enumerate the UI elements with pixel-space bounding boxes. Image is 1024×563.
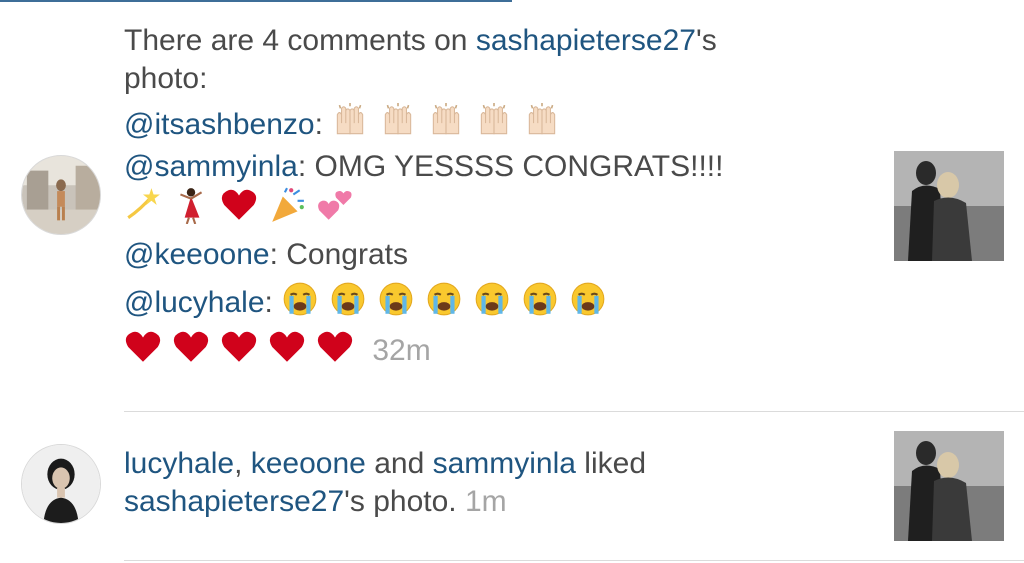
comment-username-link[interactable]: @lucyhale (124, 286, 265, 319)
comment-emoji-group (281, 282, 617, 319)
intro-suffix: 's (695, 24, 717, 57)
dancer-icon (180, 188, 203, 224)
raised-hands-icon (433, 103, 460, 135)
raised-hands-icon (529, 103, 556, 135)
raised-hands-icon (337, 103, 364, 135)
comment-username-link[interactable]: @keeoone (124, 238, 270, 271)
photo-thumbnail-image (894, 151, 1004, 261)
party-popper-icon (272, 187, 304, 222)
comment-emoji-line (124, 186, 864, 228)
photo-thumbnail[interactable] (894, 151, 1004, 261)
notification-divider (124, 411, 1024, 412)
avatar-lucyhale-image (22, 445, 100, 523)
avatar-sammyinla[interactable] (21, 155, 101, 235)
raised-hands-icon (481, 103, 508, 135)
like-notification[interactable]: lucyhale, keeoone and sammyinla liked sa… (124, 445, 864, 521)
dizzy-icon (127, 188, 160, 219)
two-hearts-icon (318, 191, 352, 220)
loudly-crying-face-icon (379, 282, 413, 316)
comment-username-link[interactable]: @sammyinla (124, 150, 298, 183)
red-heart-icon (221, 189, 257, 220)
raised-hands-icon (385, 103, 412, 135)
loudly-crying-face-icon (475, 282, 509, 316)
red-heart-icon (317, 331, 353, 362)
notification-divider (124, 560, 1024, 561)
photo-thumbnail[interactable] (894, 431, 1004, 541)
intro-username-link[interactable]: sashapieterse27 (476, 24, 696, 57)
comment-emoji-group (124, 331, 364, 367)
like-username-link[interactable]: keeoone (251, 447, 366, 480)
comment-notification[interactable]: There are 4 comments on sashapieterse27'… (124, 22, 864, 370)
comment-row: @keeoone: Congrats (124, 236, 864, 274)
red-heart-icon (221, 331, 257, 362)
comment-intro: There are 4 comments on sashapieterse27'… (124, 22, 864, 60)
red-heart-icon (269, 331, 305, 362)
comment-separator: : (269, 238, 287, 271)
comment-text: Congrats (286, 238, 408, 271)
like-username-link[interactable]: sammyinla (433, 447, 576, 480)
like-username-link[interactable]: lucyhale (124, 447, 234, 480)
comment-emoji-line: 32m (124, 328, 864, 370)
comment-timestamp: 32m (372, 334, 431, 367)
like-timestamp: 1m (464, 485, 507, 518)
like-and: and (365, 447, 433, 480)
like-line: lucyhale, keeoone and sammyinla liked (124, 445, 864, 483)
loudly-crying-face-icon (571, 282, 605, 316)
comment-separator: : (314, 108, 332, 141)
top-progress-bar (0, 0, 512, 2)
comment-text: OMG YESSSS CONGRATS!!!! (314, 150, 724, 183)
comment-username-link[interactable]: @itsashbenzo (124, 108, 315, 141)
comment-row: @sammyinla: OMG YESSSS CONGRATS!!!! (124, 148, 864, 186)
avatar-sammyinla-image (22, 156, 100, 234)
loudly-crying-face-icon (283, 282, 317, 316)
comment-row: @lucyhale: (124, 280, 864, 322)
comment-emoji-group (124, 187, 364, 225)
like-suffix: 's photo. (344, 485, 465, 518)
intro-text: There are 4 comments on (124, 24, 476, 57)
comment-separator: : (297, 150, 315, 183)
photo-thumbnail-image (894, 431, 1004, 541)
loudly-crying-face-icon (427, 282, 461, 316)
like-line-2: sashapieterse27's photo. 1m (124, 483, 864, 521)
red-heart-icon (173, 331, 209, 362)
like-comma: , (234, 447, 251, 480)
comment-emoji-group (331, 103, 571, 141)
loudly-crying-face-icon (331, 282, 365, 316)
red-heart-icon (125, 331, 161, 362)
comment-row: @itsashbenzo: (124, 102, 864, 144)
comment-separator: : (264, 286, 282, 319)
intro-line2: photo: (124, 62, 208, 95)
loudly-crying-face-icon (523, 282, 557, 316)
avatar-lucyhale[interactable] (21, 444, 101, 524)
like-verb: liked (575, 447, 647, 480)
photo-owner-link[interactable]: sashapieterse27 (124, 485, 344, 518)
